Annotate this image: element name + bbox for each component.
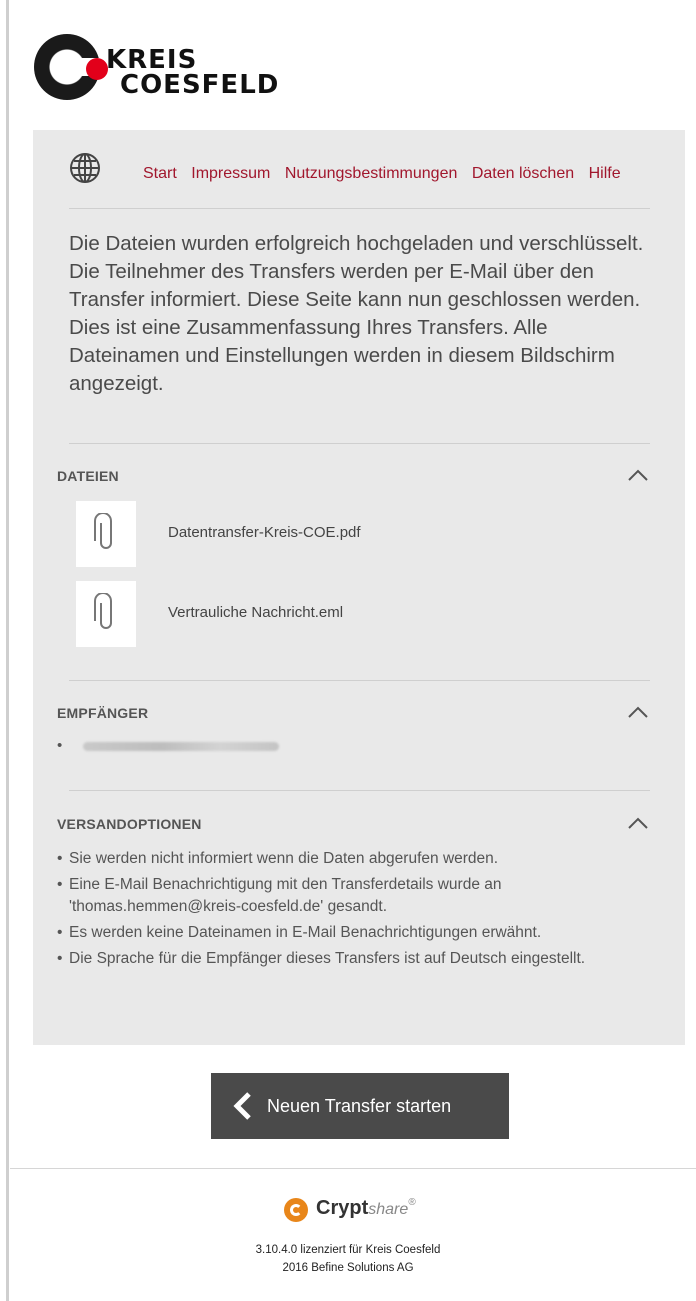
- kreis-coesfeld-logo: KREIS COESFELD: [34, 28, 294, 108]
- nav-link-start[interactable]: Start: [143, 165, 177, 182]
- section-title-recipients: EMPFÄNGER: [57, 705, 149, 721]
- top-navigation: Start Impressum Nutzungsbestimmungen Dat…: [33, 130, 685, 206]
- chevron-up-icon[interactable]: [627, 812, 649, 834]
- section-title-options: VERSANDOPTIONEN: [57, 816, 202, 832]
- logo-line-2: COESFELD: [120, 70, 280, 100]
- divider: [69, 443, 650, 444]
- nav-link-nutzungsbestimmungen[interactable]: Nutzungsbestimmungen: [285, 165, 458, 182]
- attachment-icon: [76, 501, 136, 567]
- file-name: Datentransfer-Kreis-COE.pdf: [168, 524, 361, 541]
- footer-divider: [10, 1168, 696, 1169]
- recipient-email-redacted: [83, 742, 279, 751]
- file-item: Datentransfer-Kreis-COE.pdf: [76, 501, 636, 567]
- transfer-summary-panel: Start Impressum Nutzungsbestimmungen Dat…: [33, 130, 685, 1045]
- file-name: Vertrauliche Nachricht.eml: [168, 604, 344, 621]
- license-text: 3.10.4.0 lizenziert für Kreis Coesfeld: [255, 1244, 441, 1256]
- new-transfer-label: Neuen Transfer starten: [267, 1096, 452, 1116]
- nav-links: Start Impressum Nutzungsbestimmungen Dat…: [143, 165, 621, 183]
- new-transfer-button[interactable]: Neuen Transfer starten: [211, 1073, 509, 1139]
- nav-link-daten-loeschen[interactable]: Daten löschen: [472, 165, 574, 182]
- copyright-text: 2016 Befine Solutions AG: [282, 1262, 414, 1274]
- logo-wordmark: KREIS COESFELD: [106, 47, 280, 100]
- cryptshare-wordmark: Cryptshare®: [316, 1197, 416, 1219]
- chevron-up-icon[interactable]: [627, 464, 649, 486]
- divider: [69, 680, 650, 681]
- option-item: Es werden keine Dateinamen in E-Mail Ben…: [57, 922, 677, 944]
- globe-icon[interactable]: [69, 152, 101, 184]
- nav-link-hilfe[interactable]: Hilfe: [589, 165, 621, 182]
- attachment-icon: [76, 581, 136, 647]
- section-title-files: DATEIEN: [57, 468, 119, 484]
- chevron-up-icon[interactable]: [627, 701, 649, 723]
- option-item: Sie werden nicht informiert wenn die Dat…: [57, 848, 677, 870]
- divider: [69, 208, 650, 209]
- cryptshare-mark-icon: [284, 1198, 308, 1222]
- options-list: Sie werden nicht informiert wenn die Dat…: [57, 848, 677, 974]
- file-item: Vertrauliche Nachricht.eml: [76, 581, 636, 647]
- chevron-left-icon: [233, 1092, 251, 1120]
- success-message: Die Dateien wurden erfolgreich hochgelad…: [69, 232, 644, 395]
- option-item: Die Sprache für die Empfänger dieses Tra…: [57, 948, 677, 970]
- logo-red-dot: [86, 58, 108, 80]
- page-left-border: [6, 0, 9, 1301]
- option-item: Eine E-Mail Benachrichtigung mit den Tra…: [57, 874, 677, 918]
- divider: [69, 790, 650, 791]
- nav-link-impressum[interactable]: Impressum: [191, 165, 270, 182]
